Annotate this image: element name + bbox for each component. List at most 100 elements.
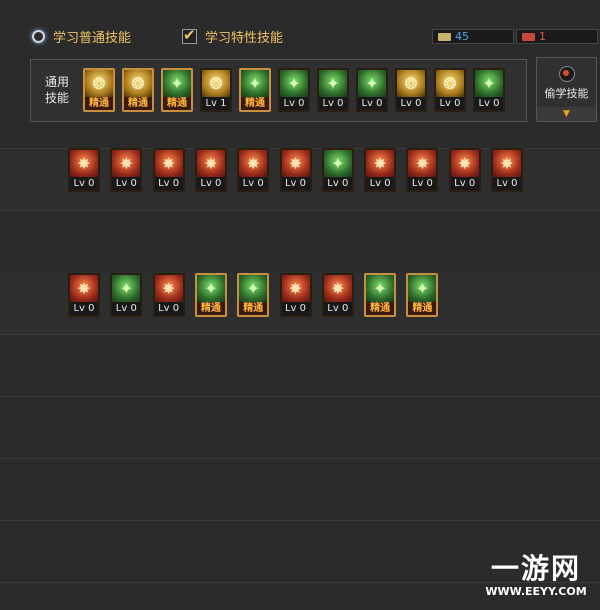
skill-icon[interactable]: ❂ Lv 0 bbox=[434, 68, 466, 112]
skill-level-label: Lv 0 bbox=[475, 97, 503, 110]
skill-icon: ✸ bbox=[500, 154, 514, 173]
skill-icon[interactable]: ❂ 精通 bbox=[122, 68, 154, 112]
skill-icon[interactable]: ✦ Lv 0 bbox=[321, 148, 354, 192]
skill-level-label: 精通 bbox=[241, 97, 269, 110]
radio-icon[interactable] bbox=[32, 30, 45, 43]
learn-normal-skill-label: 学习普通技能 bbox=[53, 31, 132, 46]
skill-icon: ✸ bbox=[373, 154, 387, 173]
skill-level-label: Lv 0 bbox=[281, 177, 310, 190]
watermark-logo: 一游网 bbox=[490, 552, 581, 585]
chevron-down-icon[interactable]: ▼ bbox=[537, 107, 596, 121]
skill-level-label: Lv 0 bbox=[319, 97, 347, 110]
tp-value: 1 bbox=[539, 30, 546, 43]
skill-icon[interactable]: ✦ 精通 bbox=[364, 273, 397, 317]
skill-level-label: Lv 0 bbox=[358, 97, 386, 110]
skill-icon[interactable]: ✸ Lv 0 bbox=[279, 273, 312, 317]
row-divider bbox=[0, 210, 600, 211]
skill-icon[interactable]: ✸ Lv 0 bbox=[406, 148, 439, 192]
skill-level-label: Lv 0 bbox=[493, 177, 521, 190]
skill-icon[interactable]: ✸ Lv 0 bbox=[279, 148, 312, 192]
skill-level-label: Lv 1 bbox=[202, 97, 230, 110]
skill-icon: ✦ bbox=[246, 279, 260, 298]
skill-icon: ✸ bbox=[77, 279, 91, 298]
skill-icon[interactable]: ✸ Lv 0 bbox=[68, 148, 100, 192]
skill-level-label: Lv 0 bbox=[397, 97, 425, 110]
skill-icon[interactable]: ✦ 精通 bbox=[194, 273, 227, 317]
steal-skill-panel[interactable]: 偷学技能 ▼ bbox=[536, 57, 597, 122]
skill-level-label: 精通 bbox=[85, 97, 113, 110]
row-divider bbox=[0, 396, 600, 397]
skill-icon[interactable]: ✦ 精通 bbox=[237, 273, 270, 317]
common-skills-label: 通用技能 bbox=[44, 75, 69, 105]
skill-icon[interactable]: ❂ Lv 0 bbox=[395, 68, 427, 112]
skill-icon: ✸ bbox=[161, 279, 176, 298]
skill-icon: ✸ bbox=[288, 154, 303, 173]
learn-special-skill-option[interactable]: 学习特性技能 bbox=[182, 26, 283, 46]
skill-level-label: Lv 0 bbox=[239, 177, 268, 190]
skill-icon[interactable]: ✸ Lv 0 bbox=[110, 148, 143, 192]
skill-icon[interactable]: ✦ 精通 bbox=[239, 68, 271, 112]
steal-orb-icon bbox=[558, 66, 575, 82]
skill-icon: ✸ bbox=[288, 279, 303, 298]
skill-level-label: Lv 0 bbox=[196, 177, 225, 190]
skill-icon[interactable]: ✸ Lv 0 bbox=[194, 148, 227, 192]
skill-icon[interactable]: ✦ Lv 0 bbox=[110, 273, 143, 317]
skill-icon: ✸ bbox=[246, 154, 260, 173]
skill-level-label: Lv 0 bbox=[281, 302, 310, 315]
skill-icon[interactable]: ✦ Lv 0 bbox=[356, 68, 388, 112]
skill-icon: ✸ bbox=[77, 154, 91, 173]
skill-icon[interactable]: ✸ Lv 0 bbox=[448, 148, 481, 192]
skill-icon[interactable]: ✦ Lv 0 bbox=[317, 68, 349, 112]
skill-level-label: 精通 bbox=[408, 302, 437, 315]
skill-icon[interactable]: ✸ Lv 0 bbox=[152, 273, 185, 317]
skill-icon[interactable]: ✸ Lv 0 bbox=[491, 148, 523, 192]
skill-header: 学习普通技能 学习特性技能 45 1 bbox=[0, 0, 600, 56]
skill-icon[interactable]: ✸ Lv 0 bbox=[68, 273, 100, 317]
skill-icon: ✸ bbox=[119, 154, 133, 173]
skill-level-label: Lv 0 bbox=[154, 302, 183, 315]
row-divider bbox=[0, 458, 600, 459]
sp-counter: 45 bbox=[432, 29, 514, 44]
skill-level-label: Lv 0 bbox=[408, 177, 437, 190]
skill-icon: ✦ bbox=[204, 279, 218, 298]
steal-skill-label: 偷学技能 bbox=[544, 87, 589, 100]
target-icon: ✦ bbox=[248, 74, 262, 93]
scroll-icon: ✦ bbox=[482, 74, 496, 93]
skill-level-label: Lv 0 bbox=[154, 177, 183, 190]
learn-normal-skill-option[interactable]: 学习普通技能 bbox=[32, 27, 131, 46]
skill-icon[interactable]: ✦ 精通 bbox=[406, 273, 439, 317]
aura-icon: ❂ bbox=[443, 74, 457, 93]
skill-icon[interactable]: ❂ 精通 bbox=[83, 68, 115, 112]
skill-icon: ✦ bbox=[373, 279, 387, 298]
tp-counter: 1 bbox=[516, 29, 598, 44]
skill-level-label: Lv 0 bbox=[450, 177, 479, 190]
skill-icon[interactable]: ❂ Lv 1 bbox=[200, 68, 232, 112]
skill-icon[interactable]: ✦ Lv 0 bbox=[473, 68, 505, 112]
skill-icon: ✸ bbox=[415, 154, 430, 173]
skill-icon[interactable]: ✸ Lv 0 bbox=[152, 148, 185, 192]
skill-icon[interactable]: ✸ Lv 0 bbox=[321, 273, 354, 317]
skill-level-label: Lv 0 bbox=[112, 302, 141, 315]
skill-icon[interactable]: ✦ 精通 bbox=[161, 68, 193, 112]
book-icon bbox=[522, 32, 535, 41]
wings-icon: ❂ bbox=[209, 74, 223, 93]
skill-level-label: Lv 0 bbox=[70, 177, 98, 190]
skill-level-label: 精通 bbox=[196, 302, 225, 315]
skill-icon: ✸ bbox=[204, 154, 218, 173]
crouch-icon: ❂ bbox=[131, 74, 145, 93]
skill-icon: ✸ bbox=[457, 154, 472, 173]
skill-level-label: Lv 0 bbox=[280, 97, 308, 110]
fighter-icon: ✦ bbox=[326, 74, 340, 93]
skill-icon: ✸ bbox=[331, 279, 345, 298]
skill-level-label: Lv 0 bbox=[323, 177, 352, 190]
runner-icon: ❂ bbox=[92, 74, 106, 93]
skill-icon: ✸ bbox=[161, 154, 176, 173]
checkbox-checked-icon[interactable] bbox=[182, 26, 197, 44]
skill-icon[interactable]: ✸ Lv 0 bbox=[364, 148, 397, 192]
watermark-url: WWW.EEYY.COM bbox=[485, 585, 587, 598]
skill-level-label: Lv 0 bbox=[70, 302, 98, 315]
skill-icon[interactable]: ✸ Lv 0 bbox=[237, 148, 270, 192]
spiral-icon: ❂ bbox=[404, 74, 418, 93]
skill-icon: ✦ bbox=[119, 279, 133, 298]
skill-icon[interactable]: ✦ Lv 0 bbox=[278, 68, 310, 112]
